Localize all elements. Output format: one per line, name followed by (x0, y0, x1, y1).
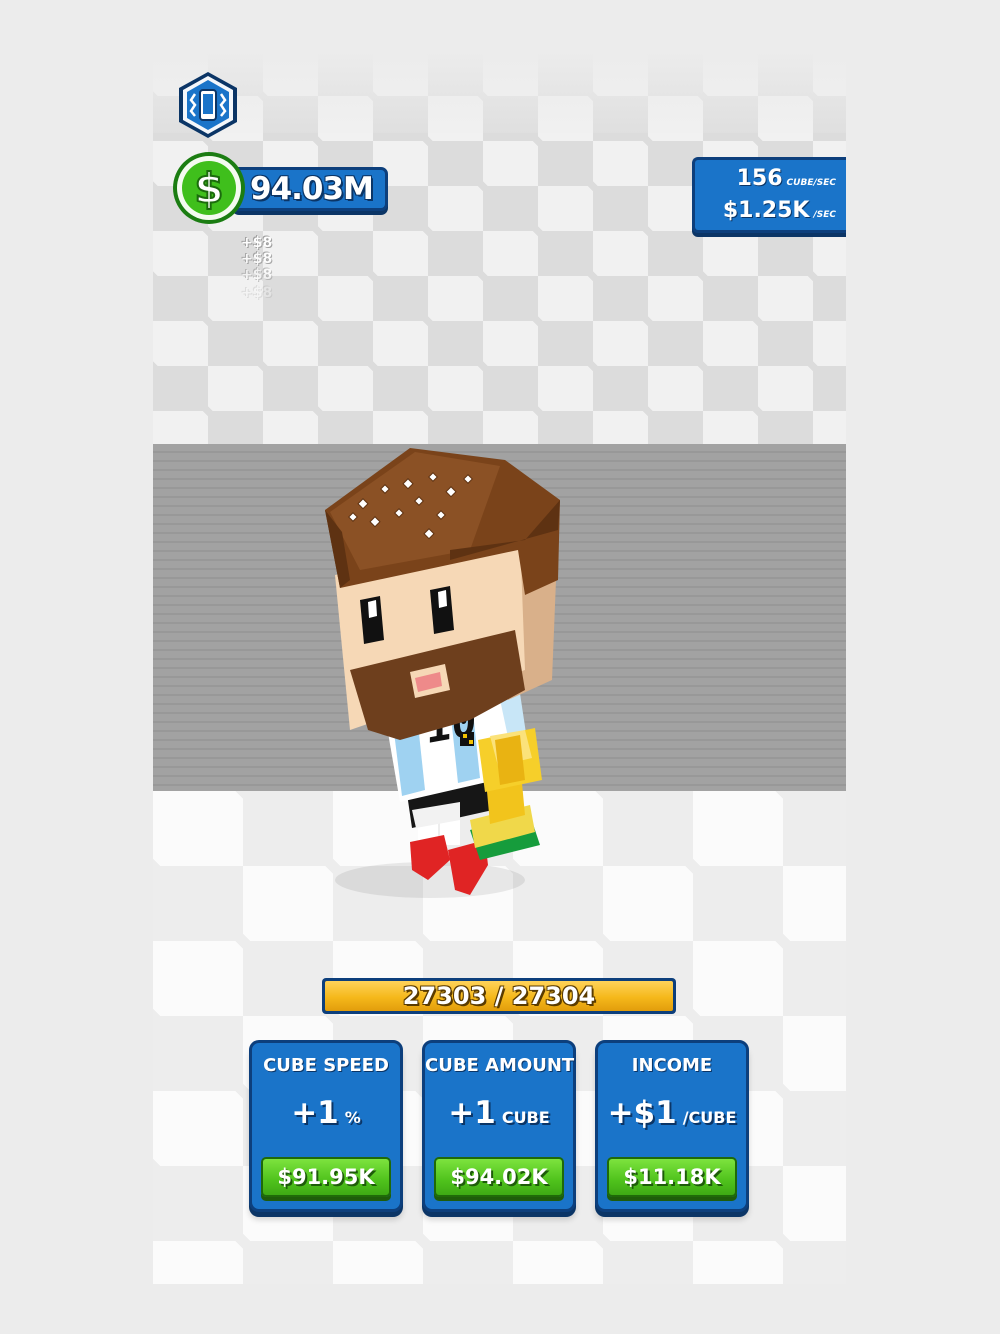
cubes-per-sec-unit: CUBE/SEC (786, 178, 836, 188)
upgrade-card-cube-amount[interactable]: CUBE AMOUNT +1 CUBE $94.02K (422, 1040, 576, 1212)
upgrade-amount: +1 (448, 1095, 496, 1131)
progress-label: 27303 / 27304 (402, 982, 596, 1010)
floating-gain: +$8 (241, 235, 273, 251)
production-stats-panel: 156 CUBE/SEC $1.25K/SEC (692, 157, 846, 233)
money-per-sec: $1.25K/SEC (723, 198, 836, 223)
upgrade-value: +1% (252, 1095, 400, 1131)
floating-gain: +$8 (241, 285, 273, 301)
upgrade-card-income[interactable]: INCOME +$1/CUBE $11.18K (595, 1040, 749, 1212)
vibration-toggle-button[interactable] (176, 70, 240, 140)
money-amount: 94.03M (250, 171, 374, 207)
money-per-sec-value: $1.25K (722, 198, 810, 223)
cubes-per-sec: 156 CUBE/SEC (737, 166, 836, 191)
upgrade-title: CUBE AMOUNT (425, 1055, 575, 1076)
buy-cube-amount-button[interactable]: $94.02K (434, 1157, 564, 1197)
dollar-coin-icon: $ (171, 150, 247, 226)
upgrade-unit: CUBE (501, 1108, 550, 1127)
voxel-footballer-figure[interactable]: 10 (320, 440, 560, 910)
money-per-sec-unit: /SEC (813, 210, 836, 220)
upgrade-amount: +1 (291, 1095, 339, 1131)
upgrade-unit: /CUBE (682, 1108, 737, 1127)
buy-cube-speed-button[interactable]: $91.95K (261, 1157, 391, 1197)
floating-gain: +$8 (241, 251, 273, 267)
upgrade-card-cube-speed[interactable]: CUBE SPEED +1% $91.95K (249, 1040, 403, 1212)
upgrade-amount: +$1 (607, 1095, 677, 1131)
svg-text:$: $ (194, 164, 223, 213)
buy-income-button[interactable]: $11.18K (607, 1157, 737, 1197)
upgrade-value: +$1/CUBE (598, 1095, 746, 1131)
floating-gain: +$8 (241, 267, 273, 283)
upgrade-title: INCOME (631, 1055, 713, 1076)
upgrade-title: CUBE SPEED (263, 1055, 389, 1076)
upgrade-unit: % (344, 1108, 361, 1127)
upgrade-value: +1 CUBE (425, 1095, 573, 1131)
vibration-phone-icon (179, 72, 237, 138)
cubes-per-sec-value: 156 (736, 166, 783, 191)
